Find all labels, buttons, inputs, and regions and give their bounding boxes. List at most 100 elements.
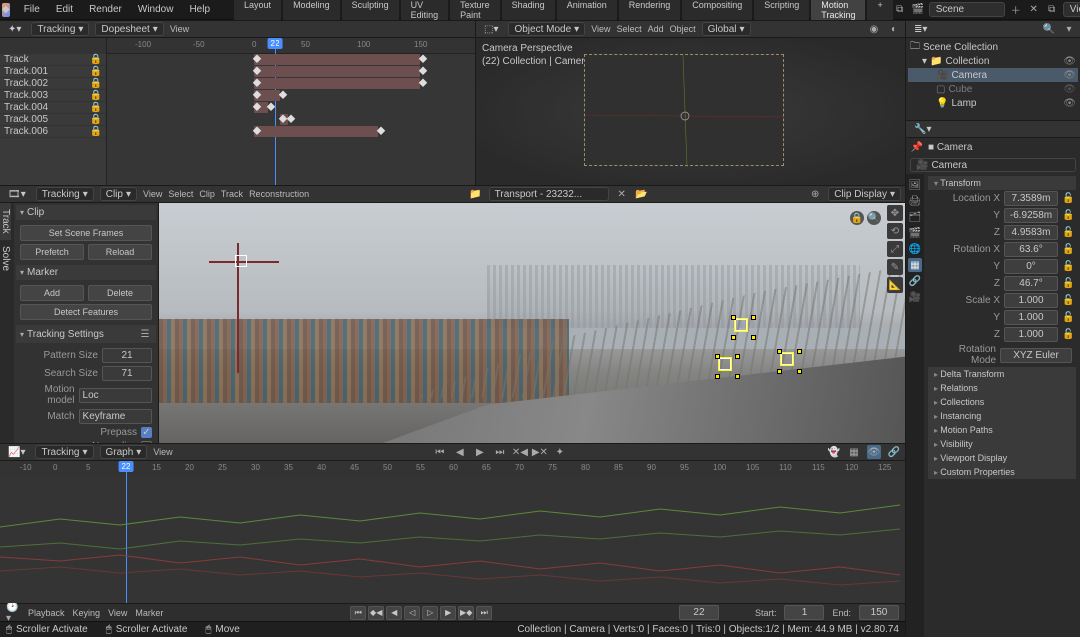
- frame-next-icon[interactable]: ▶: [440, 606, 456, 620]
- lock-icon[interactable]: 🔒: [90, 78, 102, 89]
- dopesheet-mode[interactable]: Tracking▾: [31, 22, 89, 36]
- lock-view-icon[interactable]: 🔒: [850, 211, 864, 225]
- track-marker[interactable]: [781, 353, 793, 365]
- 3dview-canvas[interactable]: Camera Perspective (22) Collection | Cam…: [476, 38, 905, 185]
- tab-render-icon[interactable]: 🖼: [908, 178, 922, 192]
- filter-options-icon[interactable]: ▾: [1062, 22, 1076, 36]
- tab-object-icon[interactable]: ▦: [908, 258, 922, 272]
- track-marker[interactable]: [235, 255, 247, 267]
- lock-to-selection-icon[interactable]: 🔗: [887, 445, 901, 459]
- editor-type-icon[interactable]: ✦▾: [4, 24, 25, 35]
- tree-scene-collection[interactable]: 🗀Scene Collection: [908, 40, 1078, 54]
- pattern-size-field[interactable]: 21: [102, 348, 152, 363]
- panel-clip[interactable]: Clip: [16, 205, 156, 220]
- jump-end-icon[interactable]: ⏭: [476, 606, 492, 620]
- track-fwd-frame-icon[interactable]: ▶: [473, 445, 487, 459]
- clip-name-field[interactable]: Transport - 23232...: [489, 187, 609, 201]
- marker-handle[interactable]: [751, 335, 756, 340]
- orientation-dropdown[interactable]: Global▾: [702, 22, 751, 36]
- pivot-icon[interactable]: ⊕: [808, 187, 822, 201]
- visibility-icon[interactable]: 👁: [1063, 56, 1076, 67]
- editor-type-icon[interactable]: 🕑▾: [6, 606, 20, 620]
- add-marker-button[interactable]: Add: [20, 285, 84, 301]
- clip-viewport[interactable]: ✥ ⟲ ⤢ ✎ 📐 🔒 🔍: [159, 203, 905, 443]
- clip-unlink-icon[interactable]: ✕: [615, 187, 629, 201]
- tree-lamp[interactable]: 💡Lamp👁: [908, 96, 1078, 110]
- object-menu[interactable]: Object: [670, 24, 696, 34]
- rotation-mode-dropdown[interactable]: XYZ Euler: [1000, 348, 1072, 363]
- pin-icon[interactable]: 📌: [910, 140, 924, 154]
- marker-handle[interactable]: [715, 374, 720, 379]
- clip-mode[interactable]: Tracking▾: [36, 187, 94, 201]
- track-back-frame-icon[interactable]: ◀: [453, 445, 467, 459]
- scene-new-icon[interactable]: ＋: [1009, 3, 1023, 17]
- visibility-icon[interactable]: 👁: [1063, 98, 1076, 109]
- folder-icon[interactable]: 📂: [635, 187, 649, 201]
- clip-clip-menu[interactable]: Clip: [199, 189, 215, 199]
- keyframe-prev-icon[interactable]: ◆◀: [368, 606, 384, 620]
- relations-header[interactable]: Relations: [928, 381, 1076, 395]
- marker-menu[interactable]: Marker: [135, 608, 163, 618]
- marker-handle[interactable]: [751, 315, 756, 320]
- zoom-to-fit-icon[interactable]: 🔍: [867, 211, 881, 225]
- editor-type-icon[interactable]: 🔧▾: [910, 124, 935, 135]
- visibility-header[interactable]: Visibility: [928, 437, 1076, 451]
- panel-marker[interactable]: Marker: [16, 265, 156, 280]
- menu-render[interactable]: Render: [81, 1, 130, 19]
- dopesheet-area[interactable]: -100 -50 0 22 50 100 150: [107, 38, 475, 185]
- lock-icon[interactable]: 🔓: [1062, 329, 1072, 340]
- lock-icon[interactable]: 🔒: [90, 102, 102, 113]
- lock-icon[interactable]: 🔓: [1062, 193, 1072, 204]
- marker-handle[interactable]: [797, 349, 802, 354]
- marker-handle[interactable]: [777, 369, 782, 374]
- tab-world-icon[interactable]: 🌐: [908, 242, 922, 256]
- instancing-header[interactable]: Instancing: [928, 409, 1076, 423]
- lock-icon[interactable]: 🔒: [90, 54, 102, 65]
- dopesheet-submode[interactable]: Dopesheet▾: [95, 22, 163, 36]
- jump-start-icon[interactable]: ⏮: [350, 606, 366, 620]
- presets-icon[interactable]: ☰: [138, 327, 152, 341]
- lock-icon[interactable]: 🔒: [90, 66, 102, 77]
- marker-handle[interactable]: [777, 349, 782, 354]
- scene-browse-icon[interactable]: ⧉: [893, 3, 907, 17]
- filter-frames-icon[interactable]: ▦: [847, 445, 861, 459]
- rotate-icon[interactable]: ⟲: [887, 223, 903, 239]
- viewlayer-field[interactable]: View Layer: [1063, 2, 1080, 17]
- refine-icon[interactable]: ✦: [553, 445, 567, 459]
- reload-button[interactable]: Reload: [88, 244, 152, 260]
- tree-cube[interactable]: ▢Cube👁: [908, 82, 1078, 96]
- lock-icon[interactable]: 🔓: [1062, 312, 1072, 323]
- prepass-checkbox[interactable]: ✓: [141, 427, 152, 438]
- track-row[interactable]: Track.006🔒: [0, 126, 106, 138]
- viewlayer-browse-icon[interactable]: ⧉: [1045, 3, 1059, 17]
- clip-view-menu[interactable]: View: [143, 189, 162, 199]
- select-menu[interactable]: Select: [617, 24, 642, 34]
- scale-x-field[interactable]: 1.000: [1004, 293, 1058, 308]
- location-x-field[interactable]: 7.3589m: [1004, 191, 1058, 206]
- editor-type-icon[interactable]: 🎞▾: [4, 189, 30, 200]
- graph-canvas[interactable]: -100510152025303540455055606570758085909…: [0, 461, 905, 603]
- delete-marker-button[interactable]: Delete: [88, 285, 152, 301]
- match-dropdown[interactable]: Keyframe: [79, 409, 152, 424]
- clip-recon-menu[interactable]: Reconstruction: [249, 189, 309, 199]
- add-menu[interactable]: Add: [648, 24, 664, 34]
- clip-display-dropdown[interactable]: Clip Display▾: [828, 187, 901, 201]
- scale-z-field[interactable]: 1.000: [1004, 327, 1058, 342]
- search-size-field[interactable]: 71: [102, 366, 152, 381]
- play-reverse-icon[interactable]: ◁: [404, 606, 420, 620]
- panel-tracking-settings[interactable]: Tracking Settings☰: [16, 325, 156, 343]
- start-frame-field[interactable]: 1: [784, 605, 824, 620]
- transform-panel-header[interactable]: Transform: [928, 176, 1076, 190]
- scene-name-field[interactable]: Scene: [929, 2, 1005, 17]
- editor-type-icon[interactable]: ⬚▾: [480, 24, 502, 35]
- marker-handle[interactable]: [797, 369, 802, 374]
- track-row[interactable]: Track.001🔒: [0, 66, 106, 78]
- menu-edit[interactable]: Edit: [48, 1, 81, 19]
- filter-icon[interactable]: 🔍: [1042, 22, 1056, 36]
- editor-type-icon[interactable]: ≣▾: [910, 24, 931, 35]
- graph-submode[interactable]: Graph▾: [100, 445, 148, 459]
- view-menu[interactable]: View: [591, 24, 610, 34]
- track-back-icon[interactable]: ⏮: [433, 445, 447, 459]
- lock-icon[interactable]: 🔒: [90, 90, 102, 101]
- track-marker[interactable]: [719, 358, 731, 370]
